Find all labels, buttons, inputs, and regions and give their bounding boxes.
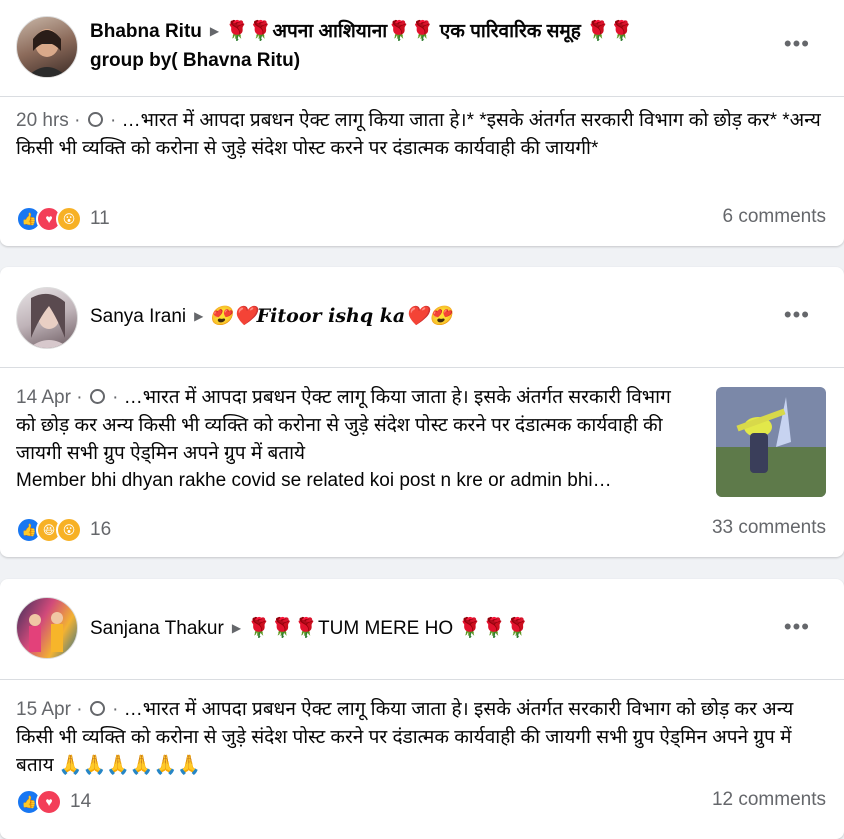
post-text: 15 Apr · · …भारत में आपदा प्रबधन ऐक्ट ला… [16, 696, 828, 780]
more-options-icon[interactable]: ••• [784, 304, 810, 326]
group-name[interactable]: 🌹🌹🌹TUM MERE HO 🌹🌹🌹 [247, 618, 529, 639]
post-body: 20 hrs · · …भारत में आपदा प्रबधन ऐक्ट ला… [0, 97, 844, 163]
reaction-count[interactable]: 16 [90, 519, 111, 541]
post-content-line: Member bhi dhyan rakhe covid se related … [16, 470, 612, 491]
post-footer: 👍 😆 😮 16 33 comments [16, 517, 826, 543]
timestamp[interactable]: 14 Apr [16, 387, 71, 408]
timestamp[interactable]: 20 hrs [16, 110, 69, 131]
globe-icon [87, 111, 103, 127]
reactions[interactable]: 👍 ♥ 😮 11 [16, 206, 110, 232]
post-content: …भारत में आपदा प्रबधन ऐक्ट लागू किया जात… [16, 110, 821, 159]
wow-reaction-icon: 😮 [56, 206, 82, 232]
comments-count[interactable]: 33 comments [712, 517, 826, 539]
separator-dot: · [76, 387, 83, 408]
post-header-text: Sanjana Thakur ▶ 🌹🌹🌹TUM MERE HO 🌹🌹🌹 [90, 615, 764, 644]
separator-dot: · [74, 110, 81, 131]
comments-count[interactable]: 12 comments [712, 789, 826, 811]
reaction-count[interactable]: 11 [90, 208, 110, 230]
more-options-icon[interactable]: ••• [784, 33, 810, 55]
reaction-count[interactable]: 14 [70, 791, 91, 813]
author-name[interactable]: Sanjana Thakur [90, 618, 224, 639]
separator-dot: · [76, 699, 83, 720]
post-header: Sanjana Thakur ▶ 🌹🌹🌹TUM MERE HO 🌹🌹🌹 ••• [0, 579, 844, 680]
post-thumbnail[interactable] [716, 387, 826, 497]
post-text: 14 Apr · · …भारत में आपदा प्रबधन ऐक्ट ला… [16, 384, 694, 468]
separator-dot: · [112, 699, 119, 720]
post-card: Bhabna Ritu ▶ 🌹🌹अपना आशियाना🌹🌹 एक पारिवारि… [0, 0, 844, 246]
group-name[interactable]: 🌹🌹अपना आशियाना🌹🌹 एक पारिवारिक समूह 🌹🌹 [225, 21, 633, 42]
arrow-right-icon: ▶ [231, 621, 242, 635]
avatar[interactable] [16, 287, 78, 349]
post-footer: 👍 ♥ 14 12 comments [16, 789, 826, 815]
reactions[interactable]: 👍 ♥ 14 [16, 789, 91, 815]
globe-icon [89, 388, 105, 404]
post-footer: 👍 ♥ 😮 11 6 comments [16, 206, 826, 232]
author-name[interactable]: Sanya Irani [90, 306, 186, 327]
header-line: Sanya Irani ▶ 😍❤️Fitoor ishq ka❤️😍 [90, 303, 764, 332]
post-card: Sanjana Thakur ▶ 🌹🌹🌹TUM MERE HO 🌹🌹🌹 ••• 15… [0, 579, 844, 839]
globe-icon [89, 700, 105, 716]
avatar[interactable] [16, 16, 78, 78]
group-name[interactable]: 😍❤️Fitoor ishq ka❤️😍 [209, 305, 452, 327]
post-header: Bhabna Ritu ▶ 🌹🌹अपना आशियाना🌹🌹 एक पारिवारि… [0, 0, 844, 97]
avatar-image [29, 612, 63, 652]
post-content: …भारत में आपदा प्रबधन ऐक्ट लागू किया जात… [16, 699, 794, 776]
reactions[interactable]: 👍 😆 😮 16 [16, 517, 111, 543]
separator-dot: · [112, 387, 119, 408]
header-line: Bhabna Ritu ▶ 🌹🌹अपना आशियाना🌹🌹 एक पारिवारि… [90, 18, 764, 47]
post-header-text: Bhabna Ritu ▶ 🌹🌹अपना आशियाना🌹🌹 एक पारिवारि… [90, 18, 764, 74]
avatar[interactable] [16, 597, 78, 659]
post-header-text: Sanya Irani ▶ 😍❤️Fitoor ishq ka❤️😍 [90, 303, 764, 332]
post-header: Sanya Irani ▶ 😍❤️Fitoor ishq ka❤️😍 ••• [0, 267, 844, 368]
avatar-image [29, 293, 69, 348]
comments-count[interactable]: 6 comments [723, 206, 826, 228]
separator-dot: · [109, 110, 117, 131]
post-body: 15 Apr · · …भारत में आपदा प्रबधन ऐक्ट ला… [0, 680, 844, 780]
wow-reaction-icon: 😮 [56, 517, 82, 543]
post-card: Sanya Irani ▶ 😍❤️Fitoor ishq ka❤️😍 ••• 14 … [0, 267, 844, 557]
love-reaction-icon: ♥ [36, 789, 62, 815]
more-options-icon[interactable]: ••• [784, 616, 810, 638]
timestamp[interactable]: 15 Apr [16, 699, 71, 720]
author-name[interactable]: Bhabna Ritu [90, 21, 202, 42]
arrow-right-icon: ▶ [209, 24, 220, 38]
avatar-image [27, 29, 67, 77]
group-name-line2[interactable]: group by( Bhavna Ritu) [90, 47, 764, 74]
header-line: Sanjana Thakur ▶ 🌹🌹🌹TUM MERE HO 🌹🌹🌹 [90, 615, 764, 644]
post-text: 20 hrs · · …भारत में आपदा प्रबधन ऐक्ट ला… [16, 107, 828, 163]
arrow-right-icon: ▶ [194, 309, 204, 323]
thumbnail-image [716, 387, 826, 497]
